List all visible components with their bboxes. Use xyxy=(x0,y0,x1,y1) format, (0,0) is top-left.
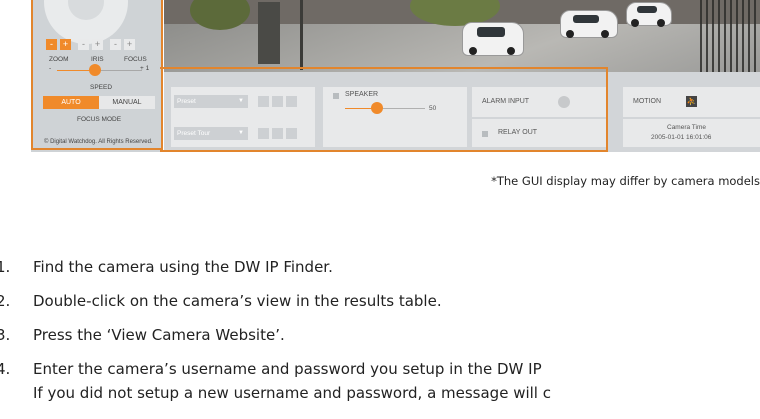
scene-car xyxy=(626,2,672,27)
scene-pole xyxy=(300,0,303,70)
camera-time-label: Camera Time xyxy=(667,124,707,131)
control-highlight-frame xyxy=(160,67,608,152)
step-text: Enter the camera’s username and password… xyxy=(33,360,542,378)
step-text: Find the camera using the DW IP Finder. xyxy=(33,258,333,276)
step-number: 4. xyxy=(0,360,11,378)
step-text: If you did not setup a new username and … xyxy=(33,384,551,402)
step-text: Double-click on the camera’s view in the… xyxy=(33,292,442,310)
step-number: 1. xyxy=(0,258,11,276)
step-text: Press the ‘View Camera Website’. xyxy=(33,326,285,344)
scene-fence xyxy=(700,0,760,72)
gui-disclaimer-caption: *The GUI display may differ by camera mo… xyxy=(491,174,760,188)
motion-cell: MOTION ⛹ xyxy=(623,87,760,117)
scene-car xyxy=(462,22,524,56)
scene-kiosk xyxy=(258,2,280,64)
camera-time-value: 2005-01-01 16:01:06 xyxy=(651,134,712,141)
step-number: 3. xyxy=(0,326,11,344)
camera-web-gui-screenshot: - + - + - + ZOOM IRIS FOCUS - + 1 SPEED … xyxy=(0,0,760,158)
left-panel-highlight-frame xyxy=(31,0,163,150)
motion-running-icon: ⛹ xyxy=(686,96,697,107)
step-number: 2. xyxy=(0,292,11,310)
scene-car xyxy=(560,10,618,38)
motion-label: MOTION xyxy=(633,98,661,105)
camera-time-cell: Camera Time 2005-01-01 16:01:06 xyxy=(623,119,760,147)
